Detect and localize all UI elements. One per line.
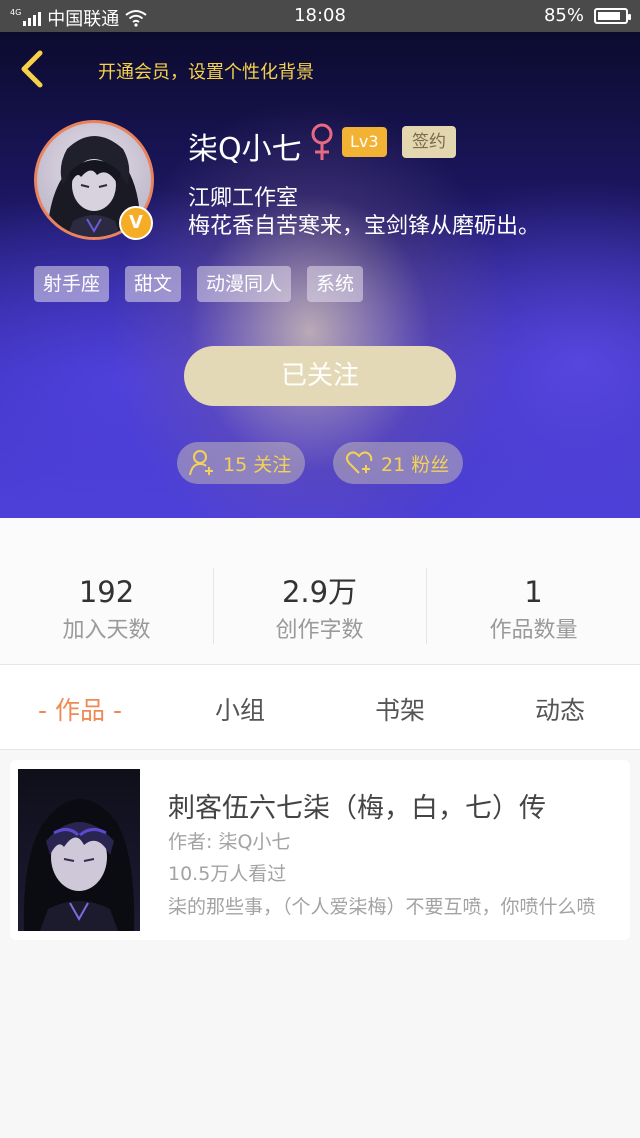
stat-label: 创作字数	[275, 618, 364, 643]
work-author: 作者: 柒Q小七	[168, 831, 291, 853]
tag[interactable]: 动漫同人	[197, 266, 292, 302]
stat-label: 加入天数	[62, 618, 151, 643]
stat-value: 192	[78, 575, 135, 609]
tab-bookshelf[interactable]: 书架	[320, 691, 480, 727]
female-icon	[311, 123, 333, 160]
work-views: 10.5万人看过	[168, 863, 287, 885]
vip-banner-link[interactable]: 开通会员，设置个性化背景	[98, 58, 314, 84]
stat-works-count: 1 作品数量	[427, 574, 640, 644]
cover-illustration	[23, 798, 135, 931]
tag[interactable]: 系统	[307, 266, 364, 302]
stat-value: 2.9万	[281, 575, 358, 609]
verified-badge-icon: V	[119, 206, 153, 240]
tab-works[interactable]: - 作品 -	[0, 691, 160, 727]
signed-badge: 签约	[402, 126, 456, 158]
follow-button[interactable]: 已关注	[184, 346, 456, 406]
book-cover-image[interactable]	[18, 769, 140, 931]
username: 柒Q小七	[188, 132, 302, 167]
stat-days-joined: 192 加入天数	[0, 574, 213, 644]
tag-list: 射手座 甜文 动漫同人 系统	[34, 266, 364, 302]
profile-tabs: - 作品 - 小组 书架 动态	[0, 664, 640, 750]
work-title[interactable]: 刺客伍六七柒（梅，白，七）传	[168, 786, 546, 825]
tab-activity[interactable]: 动态	[480, 691, 640, 727]
add-user-icon	[189, 450, 213, 476]
stat-label: 作品数量	[489, 618, 578, 643]
stats-panel: 192 加入天数 2.9万 创作字数 1 作品数量	[0, 518, 640, 664]
profile-motto: 梅花香自苦寒来，宝剑锋从磨砺出。	[188, 214, 541, 239]
profile-page: 4G 中国联通 18:08 85% 开通会员，设置个性化背景 V 柒Q小七 Lv…	[0, 0, 640, 1138]
fans-count-button[interactable]: 21 粉丝	[333, 442, 464, 484]
work-description: 柒的那些事，（个人爱柒梅）不要互喷，你喷什么喷	[168, 896, 596, 918]
battery-percent: 85%	[543, 5, 584, 26]
back-button[interactable]	[14, 48, 54, 90]
chevron-left-icon	[21, 50, 43, 88]
fans-count: 21 粉丝	[381, 453, 450, 476]
status-bar: 4G 中国联通 18:08 85%	[0, 0, 640, 32]
heart-plus-icon	[346, 451, 373, 474]
level-badge: Lv3	[342, 127, 387, 157]
stat-word-count: 2.9万 创作字数	[213, 574, 426, 644]
tag[interactable]: 甜文	[125, 266, 182, 302]
following-count: 15 关注	[223, 453, 292, 476]
work-card[interactable]: 刺客伍六七柒（梅，白，七）传 作者: 柒Q小七 10.5万人看过 柒的那些事，（…	[10, 760, 630, 940]
profile-header: 开通会员，设置个性化背景 V 柒Q小七 Lv3 签约 江卿工作室 梅花香自苦寒来…	[0, 32, 640, 518]
tag[interactable]: 射手座	[34, 266, 110, 302]
battery-icon	[594, 7, 631, 24]
stat-value: 1	[524, 575, 543, 609]
following-count-button[interactable]: 15 关注	[177, 442, 306, 484]
tab-groups[interactable]: 小组	[160, 691, 320, 727]
